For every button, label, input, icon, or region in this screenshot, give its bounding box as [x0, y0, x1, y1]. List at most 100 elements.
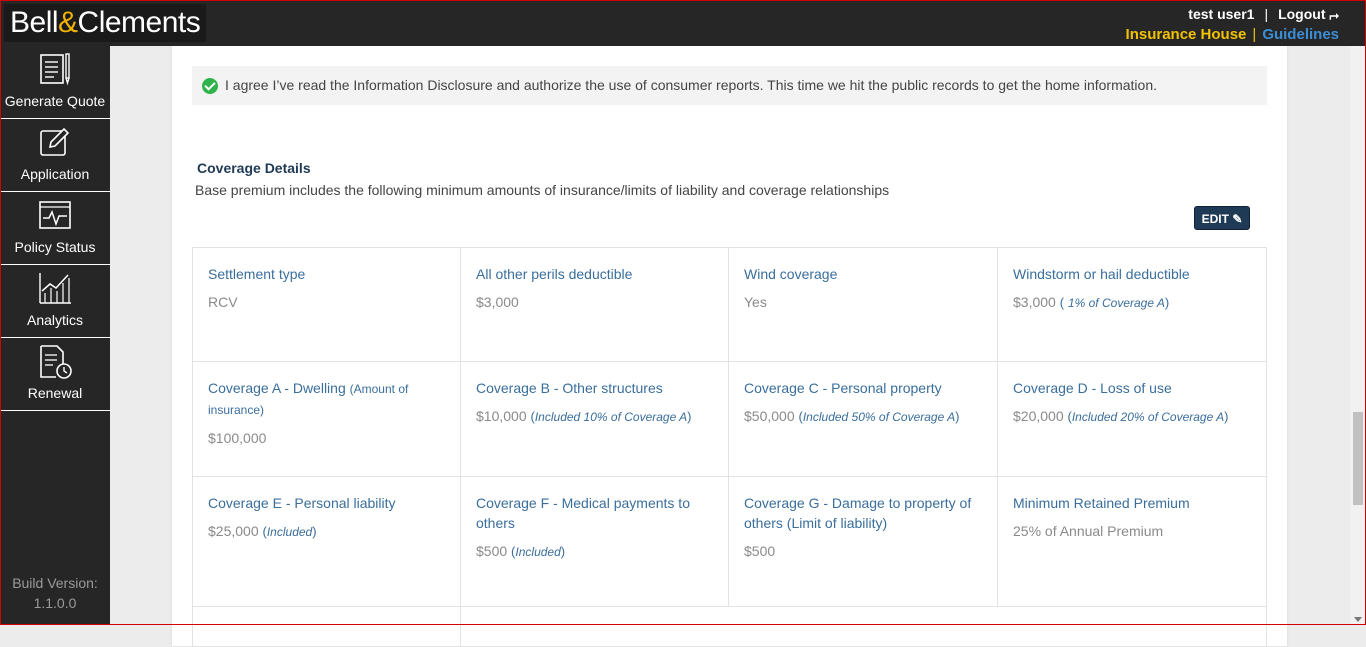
- build-version: Build Version: 1.1.0.0: [0, 573, 110, 613]
- sidebar-item-application[interactable]: Application: [0, 119, 110, 192]
- header-links: Insurance House | Guidelines: [1126, 26, 1339, 43]
- note-open: (: [1059, 295, 1065, 310]
- coverage-label: Coverage C - Personal property: [744, 380, 942, 396]
- coverage-cell: Coverage E - Personal liability $25,000 …: [193, 477, 461, 607]
- coverage-value: $500 (Included): [476, 543, 713, 559]
- logout-link[interactable]: Logout ⮣: [1278, 6, 1339, 22]
- coverage-value: $50,000 (Included 50% of Coverage A): [744, 408, 982, 424]
- coverage-value: $3,000: [476, 294, 713, 310]
- sidebar-item-label: Renewal: [27, 385, 83, 401]
- note-close: ): [1224, 409, 1229, 424]
- main-content: I agree I’ve read the Information Disclo…: [110, 46, 1350, 647]
- edit-icon: [40, 127, 70, 156]
- coverage-cell: Wind coverage Yes: [729, 248, 998, 362]
- coverage-value-text: 25% of Annual Premium: [1013, 523, 1164, 539]
- coverage-value: RCV: [208, 294, 445, 310]
- page-scrollbar[interactable]: [1350, 46, 1366, 625]
- agreement-banner: I agree I’ve read the Information Disclo…: [192, 66, 1267, 105]
- pulse-monitor-icon: [39, 201, 71, 229]
- coverage-cell: Coverage F - Medical payments to others …: [461, 477, 729, 607]
- coverage-cell: Coverage A - Dwelling (Amount of insuran…: [193, 362, 461, 477]
- coverage-cell: Coverage B - Other structures $10,000 (I…: [461, 362, 729, 477]
- coverage-label: Minimum Retained Premium: [1013, 495, 1190, 511]
- coverage-cell: Coverage G - Damage to property of other…: [729, 477, 998, 607]
- note-close: ): [687, 409, 692, 424]
- sidebar: Generate Quote Application Policy Status…: [0, 46, 110, 625]
- edit-icon: ✎: [1232, 212, 1243, 226]
- coverage-value: $3,000 ( 1% of Coverage A): [1013, 294, 1251, 310]
- coverage-details-subtitle: Base premium includes the following mini…: [195, 182, 890, 198]
- coverage-label: Coverage G - Damage to property of other…: [744, 495, 972, 531]
- coverage-cell-empty: [193, 607, 461, 647]
- coverage-value-text: $100,000: [208, 430, 267, 446]
- coverage-label: Coverage B - Other structures: [476, 380, 663, 396]
- agreement-text: I agree I’ve read the Information Disclo…: [225, 77, 1157, 93]
- build-version-value: 1.1.0.0: [33, 595, 77, 611]
- coverage-value-text: RCV: [208, 294, 238, 310]
- coverage-value-text: $3,000: [476, 294, 519, 310]
- username: test user1: [1188, 6, 1255, 22]
- coverage-value-text: $25,000: [208, 523, 259, 539]
- coverage-cell: Windstorm or hail deductible $3,000 ( 1%…: [998, 248, 1266, 362]
- check-circle-icon: [202, 78, 218, 94]
- coverage-grid: Settlement type RCV All other perils ded…: [192, 247, 1267, 647]
- edit-button-label: EDIT: [1201, 212, 1229, 226]
- note-close: ): [560, 544, 566, 559]
- sidebar-item-analytics[interactable]: Analytics: [0, 265, 110, 338]
- scrollbar-thumb[interactable]: [1353, 412, 1363, 505]
- coverage-value-text: $500: [744, 543, 776, 559]
- sidebar-item-label: Analytics: [26, 312, 84, 328]
- note-close: ): [1164, 295, 1170, 310]
- sidebar-item-renewal[interactable]: Renewal: [0, 338, 110, 411]
- top-header: Bell&Clements test user1 | Logout ⮣ Insura…: [0, 0, 1366, 46]
- coverage-note: Included: [266, 525, 313, 539]
- sidebar-item-label: Application: [20, 166, 90, 182]
- logo-ampersand: &: [58, 6, 78, 39]
- sidebar-item-label: Generate Quote: [4, 93, 106, 109]
- scroll-down-arrow-icon[interactable]: [1354, 617, 1362, 622]
- coverage-value-text: $3,000: [1013, 294, 1056, 310]
- line-chart-icon: [39, 273, 71, 304]
- logo-text-left: Bell: [10, 6, 59, 39]
- coverage-cell: Minimum Retained Premium 25% of Annual P…: [998, 477, 1266, 607]
- coverage-note: Included 50% of Coverage A: [802, 410, 956, 424]
- logo-text-right: Clements: [77, 6, 201, 39]
- guidelines-link[interactable]: Guidelines: [1262, 26, 1339, 43]
- coverage-note: Included 20% of Coverage A: [1071, 410, 1225, 424]
- document-clock-icon: [40, 345, 72, 379]
- coverage-details-title: Coverage Details: [197, 160, 311, 176]
- coverage-note: 1% of Coverage A: [1067, 296, 1165, 310]
- separator: |: [1252, 26, 1257, 43]
- sidebar-item-label: Policy Status: [14, 239, 96, 255]
- logout-icon: ⮣: [1329, 8, 1339, 22]
- coverage-value: $25,000 (Included): [208, 523, 445, 539]
- coverage-label: Coverage A - Dwelling (Amount of insuran…: [208, 378, 445, 420]
- coverage-cell: Coverage D - Loss of use $20,000 (Includ…: [998, 362, 1266, 477]
- coverage-label: All other perils deductible: [476, 266, 633, 282]
- brand-logo[interactable]: Bell&Clements: [4, 4, 207, 42]
- coverage-label-text: Coverage A - Dwelling: [208, 380, 346, 396]
- note-close: ): [955, 409, 960, 424]
- coverage-cell: Settlement type RCV: [193, 248, 461, 362]
- note-close: ): [312, 524, 317, 539]
- edit-button[interactable]: EDIT ✎: [1194, 206, 1250, 230]
- logout-label: Logout: [1278, 6, 1326, 22]
- coverage-note: Included: [515, 545, 561, 559]
- coverage-value-text: $10,000: [476, 408, 527, 424]
- sidebar-item-policy-status[interactable]: Policy Status: [0, 192, 110, 265]
- coverage-card: I agree I’ve read the Information Disclo…: [172, 46, 1287, 647]
- coverage-value-text: Yes: [744, 294, 767, 310]
- coverage-cell: All other perils deductible $3,000: [461, 248, 729, 362]
- document-pen-icon: [40, 53, 70, 86]
- build-version-label: Build Version:: [12, 575, 98, 591]
- coverage-value: $20,000 (Included 20% of Coverage A): [1013, 408, 1251, 424]
- coverage-label: Coverage E - Personal liability: [208, 495, 396, 511]
- insurance-house-link[interactable]: Insurance House: [1126, 26, 1247, 43]
- coverage-note: Included 10% of Coverage A: [534, 410, 688, 424]
- sidebar-item-generate-quote[interactable]: Generate Quote: [0, 46, 110, 119]
- coverage-value: 25% of Annual Premium: [1013, 523, 1251, 539]
- coverage-value: Yes: [744, 294, 982, 310]
- coverage-value: $100,000: [208, 430, 445, 446]
- coverage-label: Coverage D - Loss of use: [1013, 380, 1172, 396]
- coverage-label: Wind coverage: [744, 266, 838, 282]
